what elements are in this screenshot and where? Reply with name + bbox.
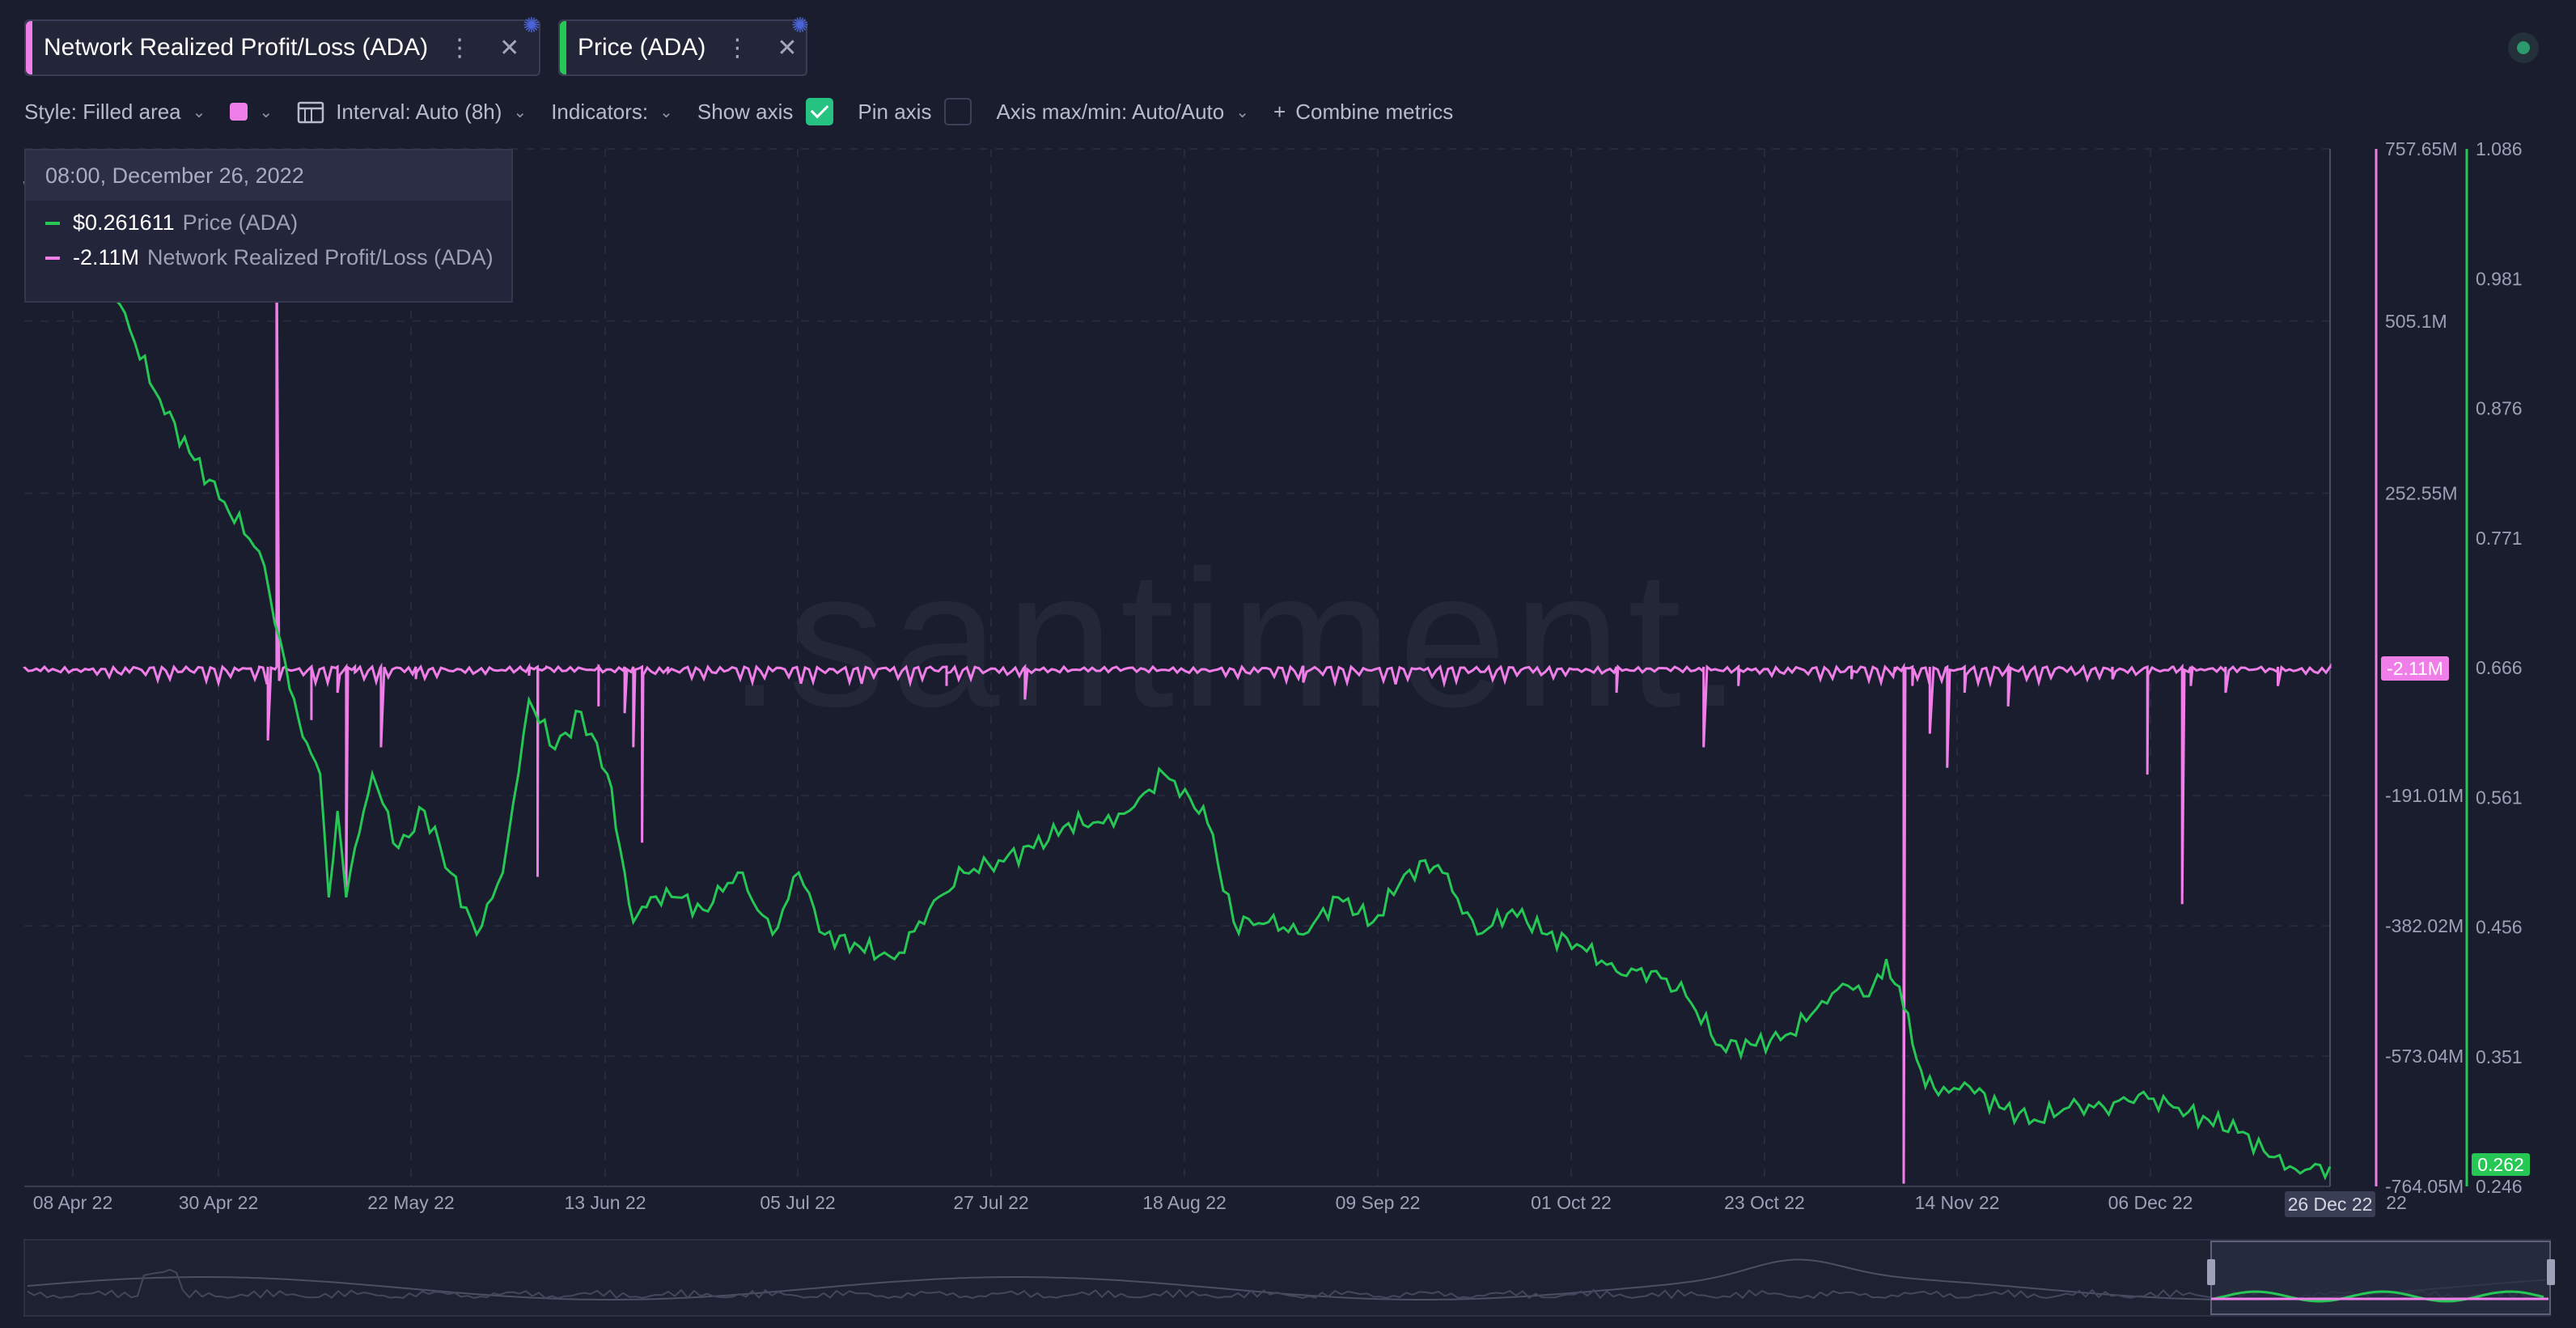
x-tick-label: 01 Oct 22 <box>1531 1192 1612 1213</box>
npl-tick-label: 505.1M <box>2385 311 2447 332</box>
npl-tick-label: -382.02M <box>2385 915 2464 936</box>
price-tick-label: 0.666 <box>2476 657 2523 678</box>
x-tick-label: 18 Aug 22 <box>1142 1192 1227 1213</box>
tooltip-row-price: $0.261611 Price (ADA) <box>45 210 511 235</box>
x-tick-label: 08 Apr 22 <box>33 1192 112 1213</box>
npl-tick-label: 252.55M <box>2385 483 2458 504</box>
npl-tick-label: 757.65M <box>2385 138 2458 159</box>
legend-swatch <box>45 221 60 225</box>
tooltip-value: -2.11M <box>73 245 140 269</box>
npl-current-label: -2.11M <box>2387 658 2443 679</box>
x-tick-label: 06 Dec 22 <box>2108 1192 2193 1213</box>
price-tick-label: 0.246 <box>2476 1176 2523 1197</box>
legend-swatch <box>45 256 60 260</box>
x-tick-label: 23 Oct 22 <box>1724 1192 1805 1213</box>
x-axis-ticks: 08 Apr 22 30 Apr 22 22 May 22 13 Jun 22 05 J… <box>33 1192 2193 1213</box>
navigator-selection[interactable] <box>2210 1241 2551 1315</box>
x-tick-label: 13 Jun 22 <box>564 1192 646 1213</box>
npl-tick-label: -573.04M <box>2385 1046 2464 1067</box>
x-tick-label: 05 Jul 22 <box>760 1192 835 1213</box>
price-axis-ticks: 1.086 0.981 0.876 0.771 0.666 0.561 0.456 0.351… <box>2476 138 2523 1197</box>
price-tick-label: 0.876 <box>2476 398 2523 419</box>
x-tick-label: 27 Jul 22 <box>953 1192 1028 1213</box>
navigator-right-handle[interactable] <box>2547 1259 2555 1285</box>
x-tick-label: 22 May 22 <box>367 1192 454 1213</box>
watermark: .santiment. <box>727 530 1748 747</box>
x-tick-label: 14 Nov 22 <box>1915 1192 2000 1213</box>
price-tick-label: 0.771 <box>2476 528 2523 549</box>
price-tick-label: 0.561 <box>2476 787 2523 808</box>
price-tick-label: 0.981 <box>2476 268 2523 289</box>
price-tick-label: 0.456 <box>2476 917 2523 938</box>
price-current-label: 0.262 <box>2477 1154 2524 1175</box>
x-tick-label: 30 Apr 22 <box>179 1192 258 1213</box>
hover-tooltip: 08:00, December 26, 2022 $0.261611 Price… <box>24 149 513 303</box>
tooltip-row-npl: -2.11M Network Realized Profit/Loss (ADA… <box>45 245 511 270</box>
tooltip-name: Price (ADA) <box>182 210 299 235</box>
navigator-panel[interactable] <box>23 1239 2551 1317</box>
tooltip-name: Network Realized Profit/Loss (ADA) <box>147 245 494 269</box>
x-tick-label: 09 Sep 22 <box>1336 1192 1421 1213</box>
cursor-date-label: 26 Dec 22 <box>2288 1194 2373 1215</box>
tooltip-value: $0.261611 <box>73 210 175 235</box>
x-last-tick: 22 <box>2386 1192 2407 1213</box>
navigator-left-handle[interactable] <box>2207 1259 2215 1285</box>
price-tick-label: 1.086 <box>2476 138 2523 159</box>
price-tick-label: 0.351 <box>2476 1046 2523 1067</box>
tooltip-date: 08:00, December 26, 2022 <box>26 151 511 201</box>
npl-tick-label: -191.01M <box>2385 785 2464 806</box>
